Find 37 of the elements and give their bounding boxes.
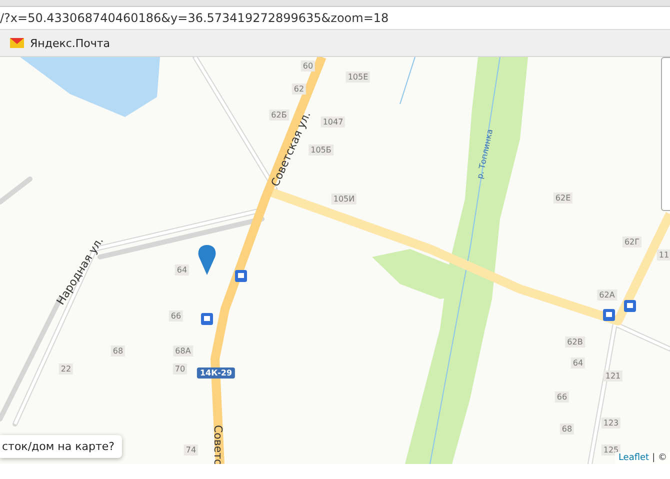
bus-stop-icon[interactable] xyxy=(624,300,636,312)
location-pin-icon[interactable] xyxy=(198,245,216,275)
house-number: 74 xyxy=(184,444,198,456)
attribution-text: | © xyxy=(652,453,667,463)
house-number: 125 xyxy=(601,444,621,456)
house-number: 70 xyxy=(172,364,188,374)
house-number: 105И xyxy=(331,194,357,204)
house-number: 105Е xyxy=(346,72,370,82)
map-popup[interactable]: сток/дом на карте? xyxy=(0,435,122,458)
house-number: 62А xyxy=(597,290,617,300)
house-number: 66 xyxy=(554,392,570,402)
house-number: 60 xyxy=(300,60,316,72)
house-number: 64 xyxy=(174,264,190,276)
house-number: 11 xyxy=(656,250,670,260)
house-number: 68 xyxy=(110,346,126,356)
house-number: 105Б xyxy=(308,144,334,156)
house-number: 62 xyxy=(292,84,306,94)
bus-stop-icon[interactable] xyxy=(603,309,615,321)
mail-icon xyxy=(10,38,24,48)
house-number: 64 xyxy=(570,358,586,368)
house-number: 62Г xyxy=(622,236,642,248)
bookmark-item[interactable]: Яндекс.Почта xyxy=(8,34,112,52)
house-number: 123 xyxy=(601,418,621,428)
house-number: 62В xyxy=(565,336,585,348)
house-number: 68 xyxy=(560,424,574,434)
house-number: 22 xyxy=(58,364,74,374)
house-number: 62Б xyxy=(269,110,289,120)
house-number: 68А xyxy=(173,346,193,356)
street-label: Советс xyxy=(212,424,224,464)
bus-stop-icon[interactable] xyxy=(201,313,213,325)
house-number: 1047 xyxy=(320,116,346,128)
road-number: 14К-29 xyxy=(196,368,236,378)
house-number: 62Е xyxy=(553,192,573,204)
house-number: 66 xyxy=(168,310,184,322)
house-number: 121 xyxy=(603,370,623,382)
bus-stop-icon[interactable] xyxy=(235,270,247,282)
leaflet-link[interactable]: Leaflet xyxy=(618,453,650,463)
